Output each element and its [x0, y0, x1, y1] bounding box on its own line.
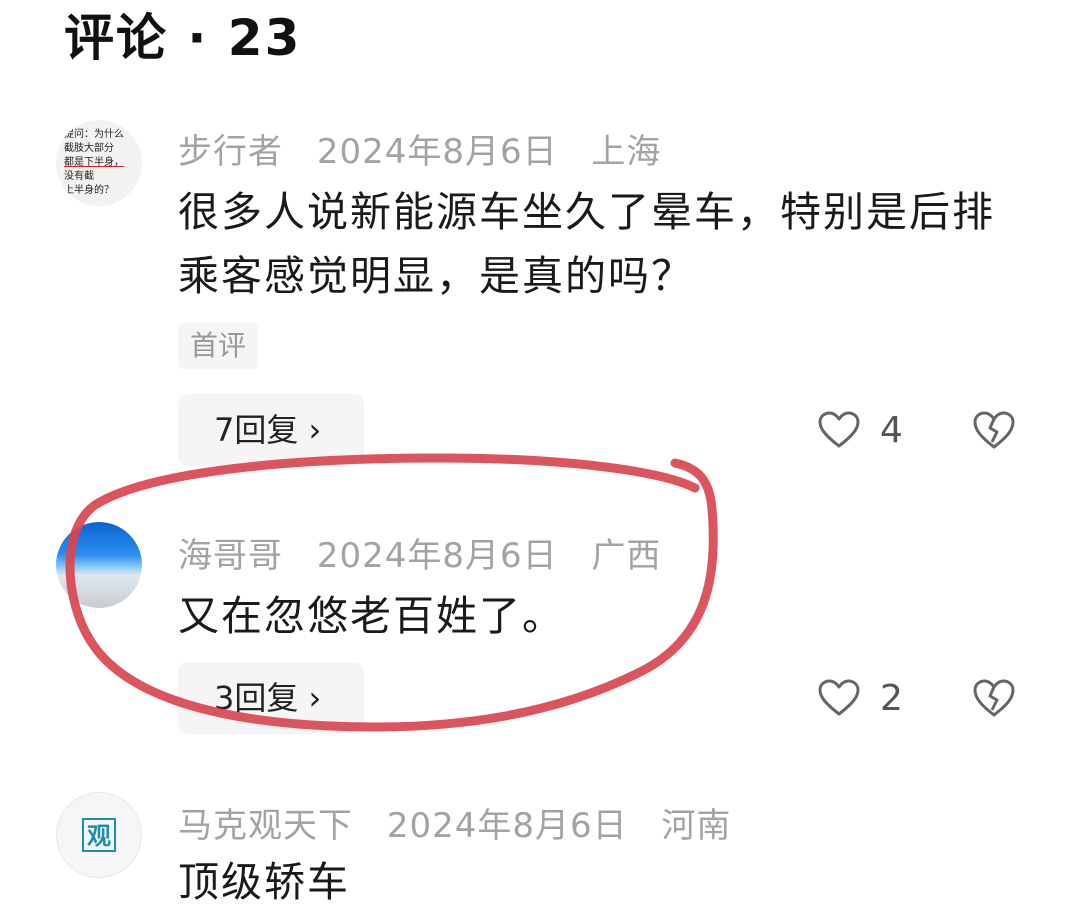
avatar-image-text: 提问：为什么 截肢大部分 都是下半身， 没有截 上半身的？: [64, 129, 124, 196]
comment-location: 上海: [591, 132, 662, 172]
comment-location: 河南: [661, 806, 732, 846]
like-button[interactable]: 4: [818, 402, 903, 458]
comment-text: 顶级轿车: [178, 858, 350, 906]
broken-heart-icon[interactable]: [972, 409, 1016, 451]
username[interactable]: 步行者: [178, 132, 283, 172]
comment-text: 又在忽悠老百姓了。: [178, 592, 565, 640]
avatar[interactable]: 提问：为什么 截肢大部分 都是下半身， 没有截 上半身的？: [56, 120, 142, 206]
comment-date: 2024年8月6日: [386, 806, 628, 846]
comment-location: 广西: [591, 536, 662, 576]
heart-outline-icon: [818, 411, 860, 448]
comment-date: 2024年8月6日: [316, 536, 558, 576]
comment-text: 很多人说新能源车坐久了晕车，特别是后排乘客感觉明显，是真的吗？: [178, 188, 995, 300]
avatar[interactable]: 观: [56, 792, 142, 878]
avatar[interactable]: [56, 522, 142, 608]
username[interactable]: 海哥哥: [178, 536, 283, 576]
username[interactable]: 马克观天下: [178, 806, 353, 846]
comments-header: 评论 · 23: [64, 9, 302, 67]
like-button[interactable]: 2: [818, 670, 903, 726]
heart-outline-icon: [818, 679, 860, 716]
broken-heart-icon[interactable]: [972, 677, 1016, 719]
like-count: 4: [880, 409, 903, 451]
comment-meta: 步行者 2024年8月6日 上海: [178, 124, 683, 173]
view-replies-button[interactable]: 7回复 ›: [178, 394, 364, 466]
first-comment-tag: 首评: [178, 323, 259, 369]
view-replies-button[interactable]: 3回复 ›: [178, 662, 364, 734]
comment-date: 2024年8月6日: [316, 132, 558, 172]
like-count: 2: [880, 677, 903, 719]
comment-meta: 海哥哥 2024年8月6日 广西: [178, 528, 683, 577]
comment-meta: 马克观天下 2024年8月6日 河南: [178, 798, 753, 847]
guan-logo: 观: [82, 818, 116, 852]
